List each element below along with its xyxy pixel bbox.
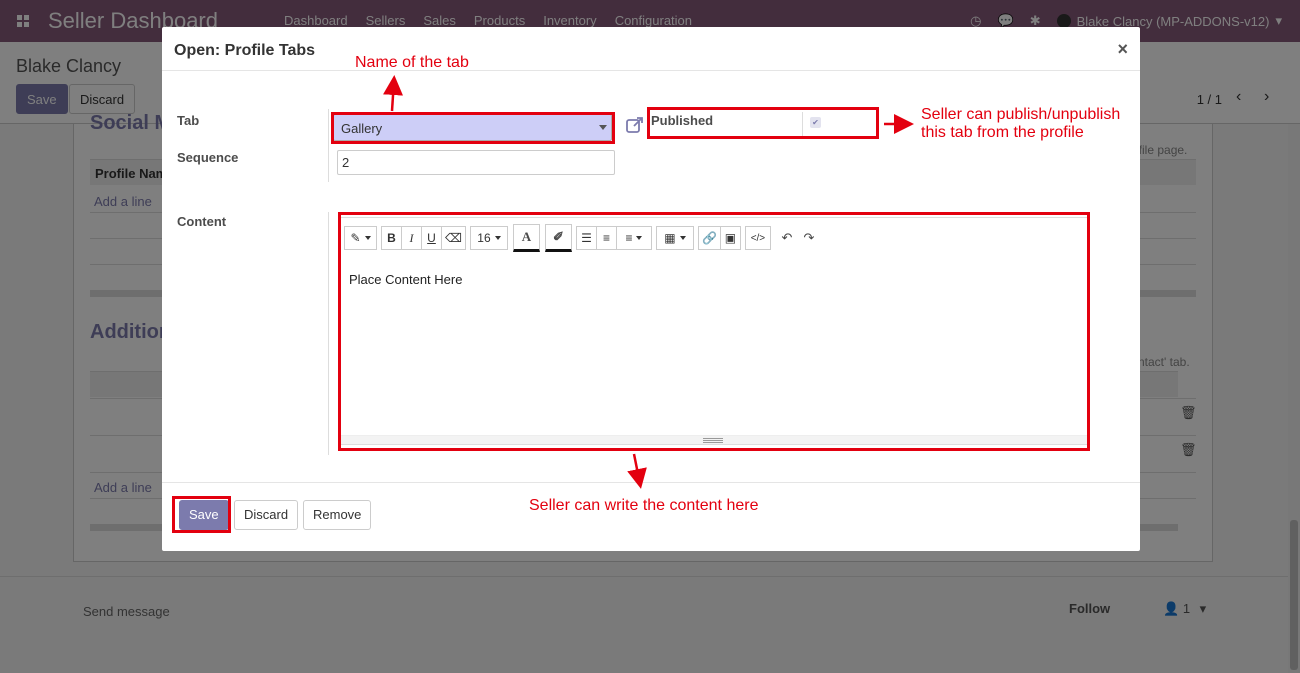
arrow-to-annotation-tab — [383, 75, 404, 112]
annotation-arrows — [383, 75, 914, 489]
arrow-to-annotation-content — [627, 453, 647, 489]
